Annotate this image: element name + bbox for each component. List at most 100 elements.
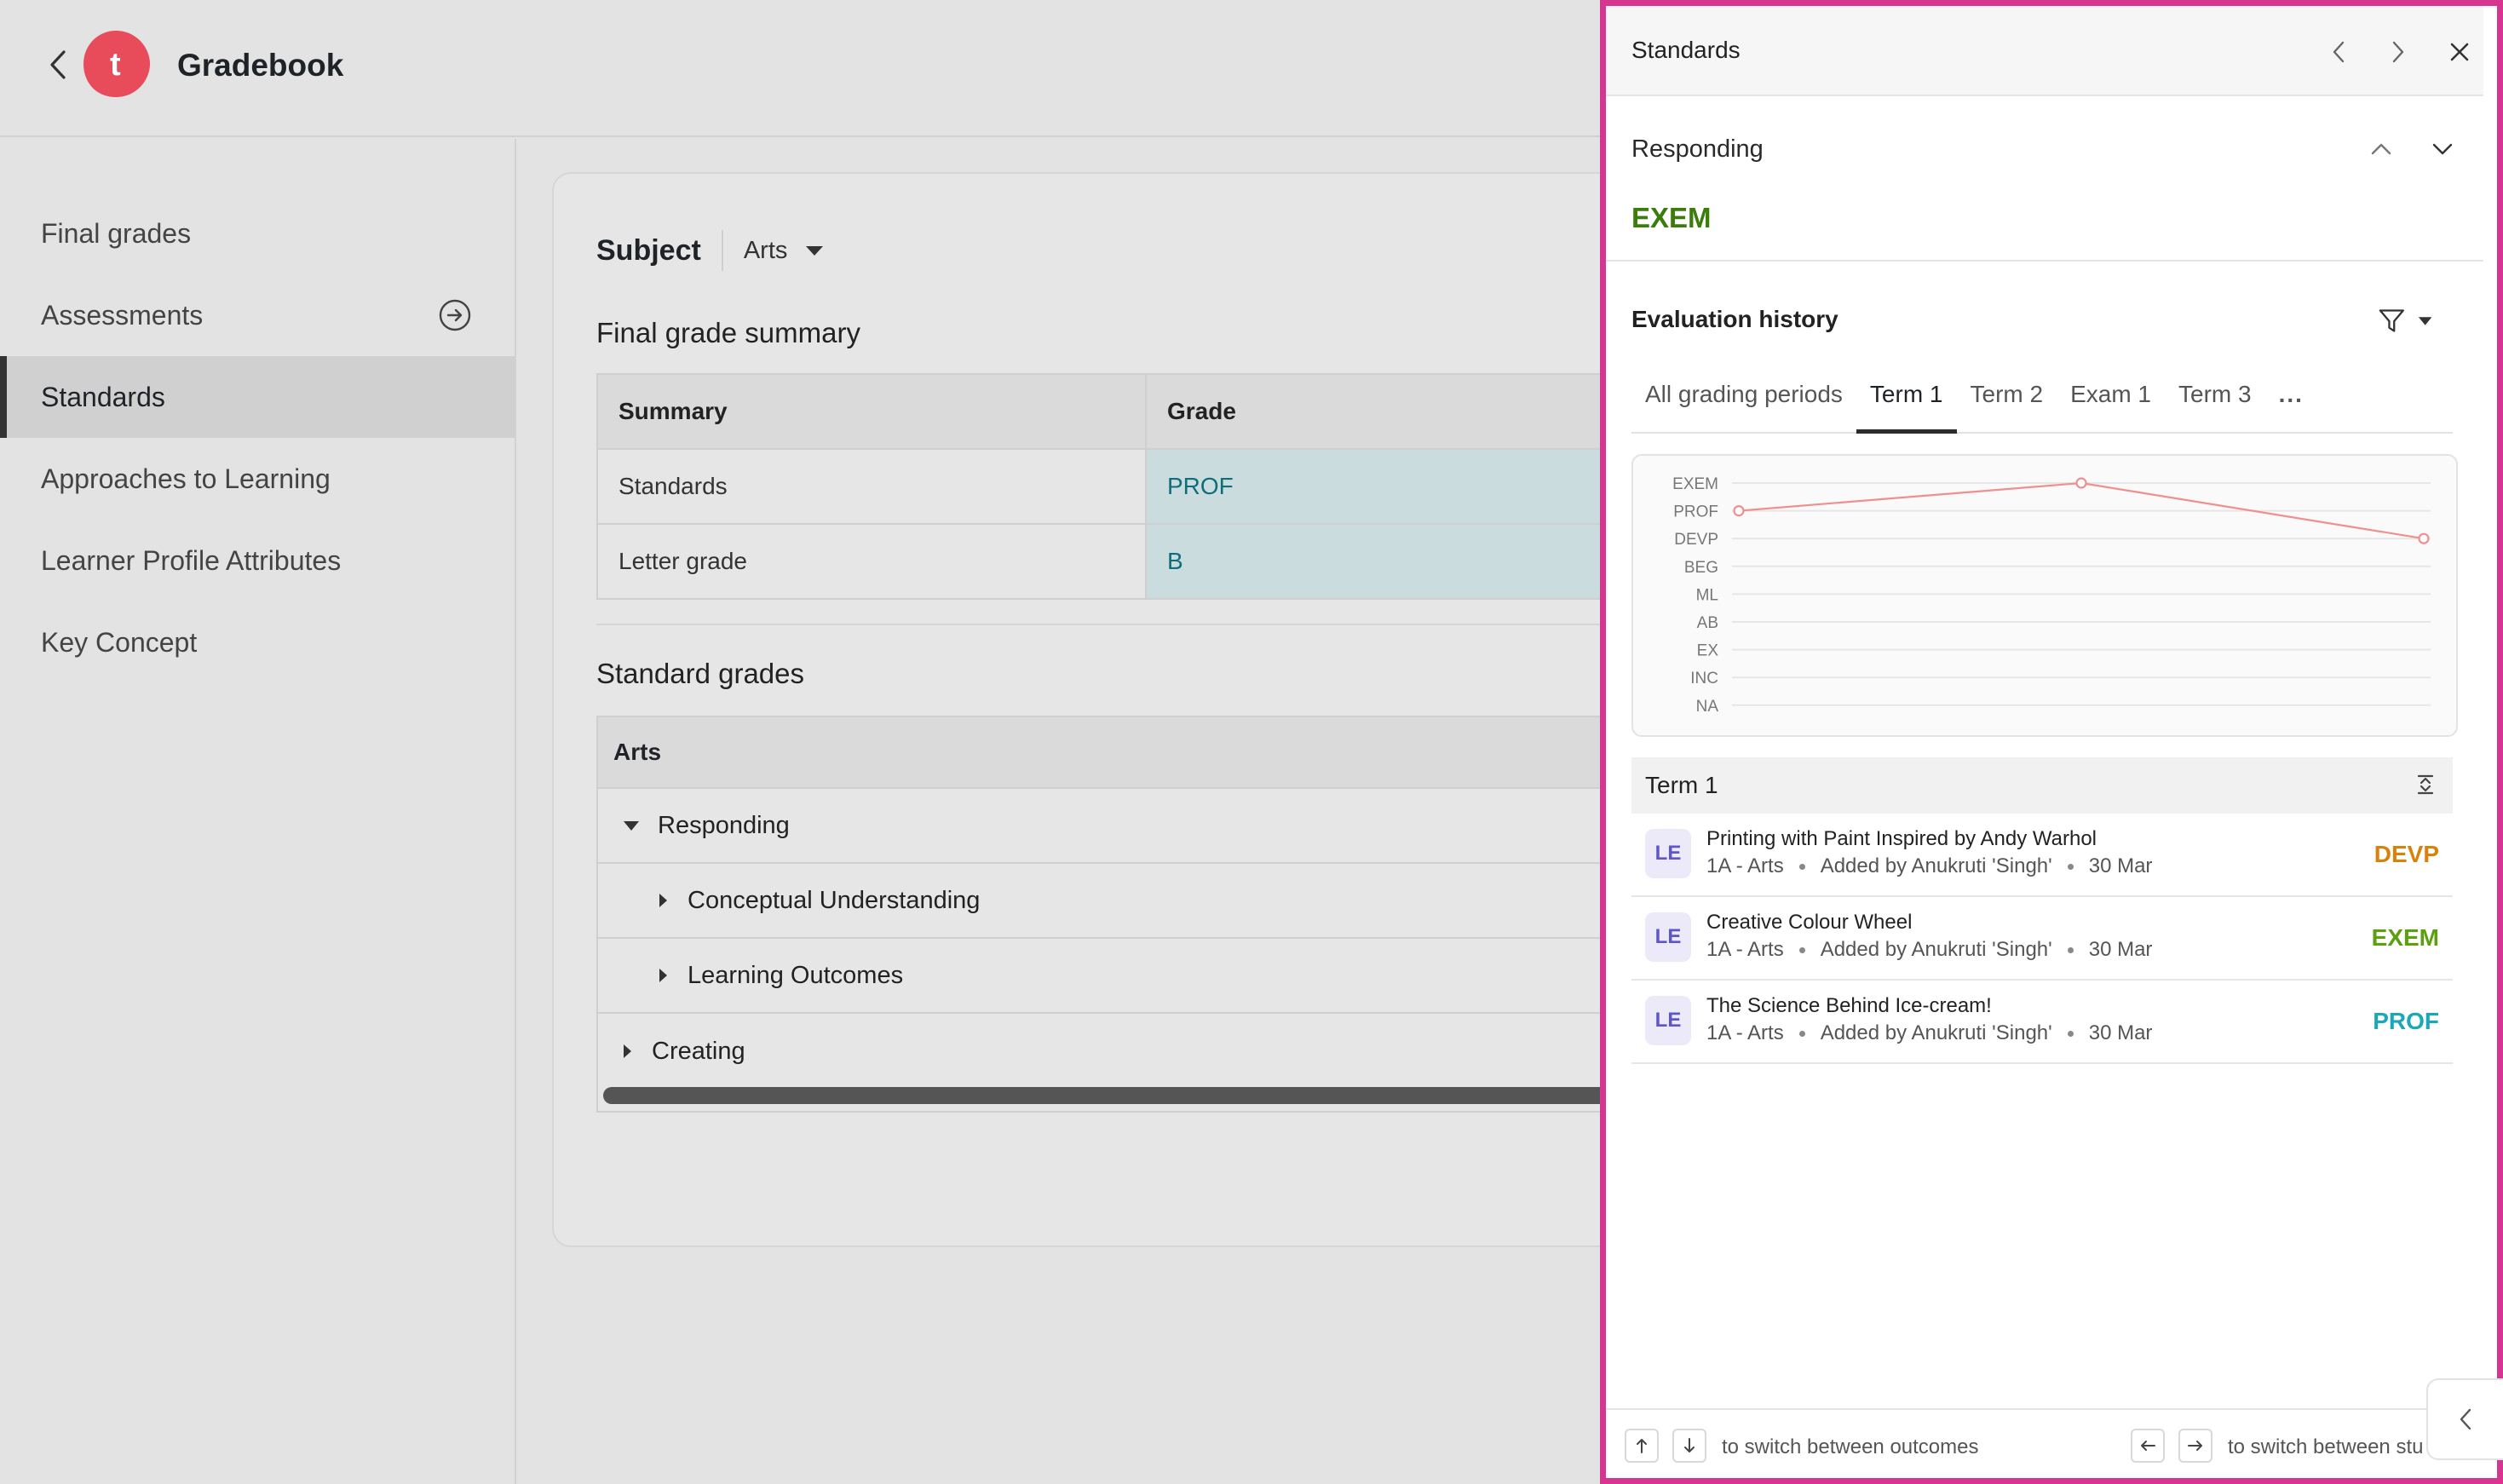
dot-separator — [1798, 863, 1805, 870]
sidebar-item-label: Approaches to Learning — [41, 463, 331, 494]
chevron-right-icon — [2392, 41, 2404, 63]
item-title: Printing with Paint Inspired by Andy War… — [1706, 827, 2097, 850]
summary-cell: Standards — [596, 448, 1147, 525]
standard-label: Learning Outcomes — [688, 961, 904, 989]
horizontal-scrollbar[interactable] — [603, 1087, 1668, 1104]
dot-separator — [2067, 863, 2074, 870]
arrow-down-icon — [1684, 1438, 1695, 1452]
sidebar-item-approaches-to-learning[interactable]: Approaches to Learning — [0, 438, 515, 520]
column-header: Summary — [596, 373, 1147, 450]
y-tick-label: EXEM — [1672, 475, 1718, 493]
term-section-header[interactable]: Term 1 — [1631, 757, 2453, 814]
summary-cell: Letter grade — [596, 523, 1147, 600]
subject-value: Arts — [743, 236, 788, 264]
gradebook-app: t Gradebook Final grades Assessments Sta… — [0, 0, 1670, 1484]
arrow-left-key[interactable] — [2131, 1429, 2165, 1463]
more-tabs-button[interactable]: ... — [2265, 372, 2317, 432]
item-class: 1A - Arts — [1706, 938, 1784, 961]
standard-grades-table: Arts Responding Conceptual Understanding… — [596, 716, 1670, 1113]
standard-grades-title-text: Standard grades — [596, 658, 805, 689]
list-item[interactable]: LE Creative Colour Wheel 1A - Arts Added… — [1631, 897, 2453, 981]
filter-icon — [2379, 309, 2404, 332]
divider — [721, 230, 723, 271]
grading-period-tabs: All grading periods Term 1 Term 2 Exam 1… — [1631, 372, 2453, 434]
chevron-left-icon — [2460, 1408, 2471, 1430]
data-point[interactable] — [2075, 477, 2087, 489]
tab-term-2[interactable]: Term 2 — [1957, 372, 2057, 432]
list-item[interactable]: LE The Science Behind Ice-cream! 1A - Ar… — [1631, 981, 2453, 1064]
caret-right-icon[interactable] — [659, 894, 667, 907]
sidebar: Final grades Assessments Standards Appro… — [0, 139, 516, 1484]
standard-label: Responding — [658, 811, 790, 839]
grade-cell[interactable]: PROF — [1145, 448, 1670, 525]
standard-row-learning-outcomes[interactable]: Learning Outcomes — [598, 939, 1668, 1014]
expand-down-button[interactable] — [2425, 132, 2460, 166]
y-tick-label: PROF — [1673, 503, 1718, 521]
data-point[interactable] — [1733, 504, 1745, 517]
collapse-up-button[interactable] — [2364, 132, 2398, 166]
grade-cell[interactable]: B — [1145, 523, 1670, 600]
caret-right-icon[interactable] — [659, 969, 667, 982]
standard-row-creating[interactable]: Creating — [598, 1014, 1668, 1089]
collapse-panel-button[interactable] — [2426, 1378, 2503, 1460]
list-item[interactable]: LE Printing with Paint Inspired by Andy … — [1631, 814, 2453, 897]
close-icon — [2450, 43, 2469, 61]
term-header-label: Term 1 — [1645, 772, 1718, 798]
chevron-up-icon — [2371, 143, 2391, 155]
sidebar-item-label: Final grades — [41, 217, 192, 249]
dot-separator — [2067, 946, 2074, 953]
item-grade: EXEM — [2371, 924, 2439, 951]
arrow-left-icon — [2141, 1441, 2155, 1451]
standard-row-conceptual-understanding[interactable]: Conceptual Understanding — [598, 864, 1668, 939]
sidebar-item-key-concept[interactable]: Key Concept — [0, 601, 515, 683]
sidebar-item-final-grades[interactable]: Final grades — [0, 193, 515, 274]
arrow-right-key[interactable] — [2178, 1429, 2212, 1463]
standard-grade: EXEM — [1631, 202, 1712, 233]
item-title: The Science Behind Ice-cream! — [1706, 994, 1992, 1017]
arrow-down-key[interactable] — [1672, 1429, 1706, 1463]
data-point[interactable] — [2418, 532, 2430, 544]
caret-down-icon[interactable] — [624, 820, 639, 831]
item-grade: PROF — [2373, 1008, 2439, 1034]
column-header: Grade — [1145, 373, 1670, 450]
item-added-by: Added by Anukruti 'Singh' — [1820, 1021, 2052, 1044]
tab-term-1[interactable]: Term 1 — [1856, 372, 1957, 434]
filter-button[interactable] — [2378, 304, 2432, 338]
learning-experience-badge: LE — [1645, 829, 1691, 878]
arrow-right-circle-icon[interactable] — [438, 298, 472, 332]
divider — [1606, 260, 2483, 262]
item-meta: 1A - Arts Added by Anukruti 'Singh' 30 M… — [1706, 1021, 2152, 1045]
standard-grades-title: Standard grades — [596, 658, 1661, 690]
caret-right-icon[interactable] — [624, 1044, 631, 1058]
sidebar-item-standards[interactable]: Standards — [0, 356, 515, 438]
collapse-all-icon[interactable] — [2414, 773, 2437, 797]
chevron-left-icon — [2333, 41, 2345, 63]
caret-down-icon — [806, 245, 824, 256]
tab-exam-1[interactable]: Exam 1 — [2057, 372, 2165, 432]
table-row: Letter grade B — [596, 523, 1670, 600]
subject-dropdown[interactable]: Arts — [744, 237, 824, 265]
sidebar-item-label: Assessments — [41, 299, 204, 331]
tab-term-3[interactable]: Term 3 — [2165, 372, 2265, 432]
sidebar-item-learner-profile-attributes[interactable]: Learner Profile Attributes — [0, 520, 515, 601]
previous-button[interactable] — [2322, 35, 2356, 69]
final-grade-summary-title: Final grade summary — [596, 317, 860, 348]
standard-row-responding[interactable]: Responding — [598, 789, 1668, 864]
arrow-up-key[interactable] — [1625, 1429, 1659, 1463]
y-tick-label: AB — [1697, 614, 1718, 632]
arrow-up-icon — [1637, 1439, 1647, 1453]
sidebar-item-assessments[interactable]: Assessments — [0, 274, 515, 356]
arrow-right-icon — [2188, 1441, 2202, 1451]
next-button[interactable] — [2381, 35, 2415, 69]
panel-title: Standards — [1631, 37, 1741, 63]
y-tick-label: EX — [1697, 642, 1719, 660]
sidebar-item-label: Key Concept — [41, 626, 198, 658]
close-button[interactable] — [2443, 35, 2477, 69]
subject-label: Subject — [596, 233, 701, 267]
standard-name: Responding — [1631, 135, 1764, 163]
item-added-by: Added by Anukruti 'Singh' — [1820, 854, 2052, 877]
item-added-by: Added by Anukruti 'Singh' — [1820, 938, 2052, 961]
y-tick-label: ML — [1696, 586, 1718, 604]
chevron-down-icon — [2432, 143, 2453, 155]
tab-all-grading-periods[interactable]: All grading periods — [1631, 372, 1856, 432]
